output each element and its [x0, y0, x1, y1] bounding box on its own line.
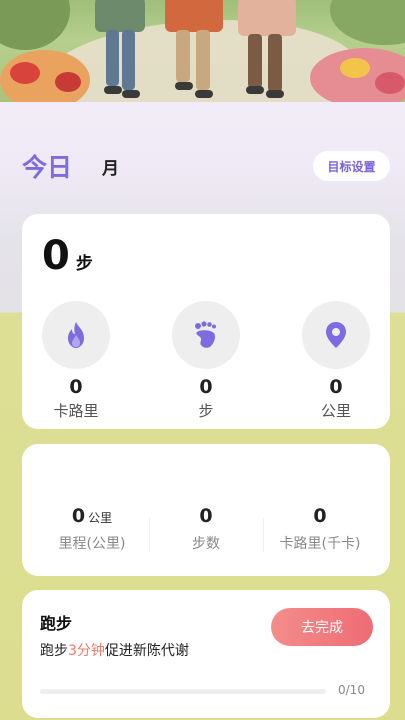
steps-summary: 0 步数 — [156, 506, 256, 553]
task-desc-prefix: 跑步 — [40, 643, 68, 659]
tab-today[interactable]: 今日 — [22, 148, 72, 184]
task-description: 跑步3分钟促进新陈代谢 — [40, 640, 189, 660]
calories-summary-label: 卡路里(千卡) — [279, 535, 361, 552]
steps-stat: 0 步 — [166, 301, 246, 421]
footprint-icon — [195, 321, 216, 348]
mileage-value: 0 — [71, 505, 86, 527]
mileage-unit: 公里 — [88, 511, 113, 525]
mileage-summary: 0 公里 里程(公里) — [42, 506, 142, 553]
total-steps: 0 步 — [42, 236, 93, 276]
distance-icon-circle — [302, 301, 370, 369]
steps-value: 0 — [199, 376, 213, 398]
steps-summary-value: 0 — [199, 505, 213, 527]
distance-stat: 0 公里 — [296, 301, 376, 421]
task-progress-bar — [40, 689, 326, 694]
tab-month[interactable]: 月 — [102, 154, 119, 179]
calories-stat: 0 卡路里 — [36, 301, 116, 421]
mileage-label: 里程(公里) — [58, 535, 126, 552]
task-desc-suffix: 促进新陈代谢 — [104, 643, 189, 659]
task-progress-text: 0/10 — [338, 683, 365, 697]
location-pin-icon — [326, 322, 346, 348]
total-steps-unit: 步 — [75, 254, 93, 274]
divider — [263, 518, 264, 552]
steps-label: 步 — [198, 401, 214, 420]
distance-value: 0 — [329, 376, 343, 398]
steps-summary-label: 步数 — [192, 535, 220, 552]
steps-icon-circle — [172, 301, 240, 369]
goal-settings-button[interactable]: 目标设置 — [313, 151, 390, 181]
calories-label: 卡路里 — [53, 401, 99, 420]
calories-summary: 0 卡路里(千卡) — [270, 506, 370, 553]
calories-summary-value: 0 — [313, 505, 327, 527]
divider — [149, 518, 150, 552]
total-steps-value: 0 — [42, 233, 70, 279]
task-desc-highlight: 3分钟 — [68, 643, 105, 659]
today-stats-card: 0 步 0 卡路里 0 步 0 公里 — [22, 214, 390, 429]
distance-label: 公里 — [320, 401, 351, 420]
flame-icon — [68, 322, 84, 348]
calories-icon-circle — [42, 301, 110, 369]
calories-value: 0 — [69, 376, 83, 398]
summary-card: 0 公里 里程(公里) 0 步数 0 卡路里(千卡) — [22, 444, 390, 576]
header-illustration — [0, 0, 405, 102]
running-task-card: 跑步 跑步3分钟促进新陈代谢 去完成 0/10 — [22, 590, 390, 718]
go-complete-button[interactable]: 去完成 — [271, 608, 373, 646]
task-title: 跑步 — [40, 614, 73, 633]
